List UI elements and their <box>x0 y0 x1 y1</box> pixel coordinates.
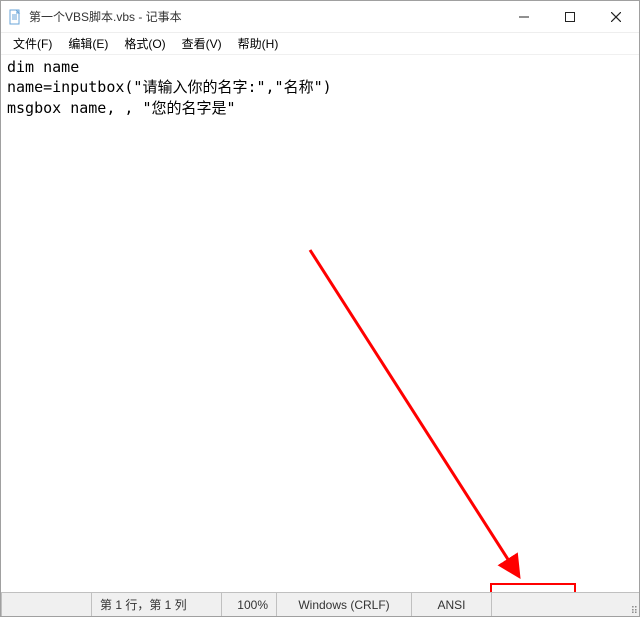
grip-icon: ⠿ <box>631 609 637 614</box>
menubar: 文件(F) 编辑(E) 格式(O) 查看(V) 帮助(H) <box>1 33 639 55</box>
title-left: 第一个VBS脚本.vbs - 记事本 <box>1 8 501 25</box>
close-icon <box>611 12 621 22</box>
window-title: 第一个VBS脚本.vbs - 记事本 <box>29 8 182 25</box>
close-button[interactable] <box>593 1 639 33</box>
menu-edit[interactable]: 编辑(E) <box>60 33 116 54</box>
statusbar: 第 1 行，第 1 列 100% Windows (CRLF) ANSI ⠿ <box>1 592 639 616</box>
notepad-window: 第一个VBS脚本.vbs - 记事本 文件(F) 编辑(E) 格式(O) 查看(… <box>0 0 640 617</box>
notepad-file-icon <box>7 9 23 25</box>
text-editor[interactable]: dim name name=inputbox("请输入你的名字:","名称") … <box>1 55 639 592</box>
window-controls <box>501 1 639 32</box>
maximize-icon <box>565 12 575 22</box>
maximize-button[interactable] <box>547 1 593 33</box>
menu-view[interactable]: 查看(V) <box>174 33 230 54</box>
minimize-icon <box>519 12 529 22</box>
status-position: 第 1 行，第 1 列 <box>91 593 221 616</box>
menu-file[interactable]: 文件(F) <box>5 33 60 54</box>
status-line-ending: Windows (CRLF) <box>276 593 411 616</box>
resize-grip[interactable]: ⠿ <box>491 593 639 616</box>
menu-help[interactable]: 帮助(H) <box>230 33 287 54</box>
minimize-button[interactable] <box>501 1 547 33</box>
status-spacer <box>1 593 91 616</box>
status-zoom[interactable]: 100% <box>221 593 276 616</box>
status-encoding: ANSI <box>411 593 491 616</box>
titlebar: 第一个VBS脚本.vbs - 记事本 <box>1 1 639 33</box>
menu-format[interactable]: 格式(O) <box>116 33 173 54</box>
